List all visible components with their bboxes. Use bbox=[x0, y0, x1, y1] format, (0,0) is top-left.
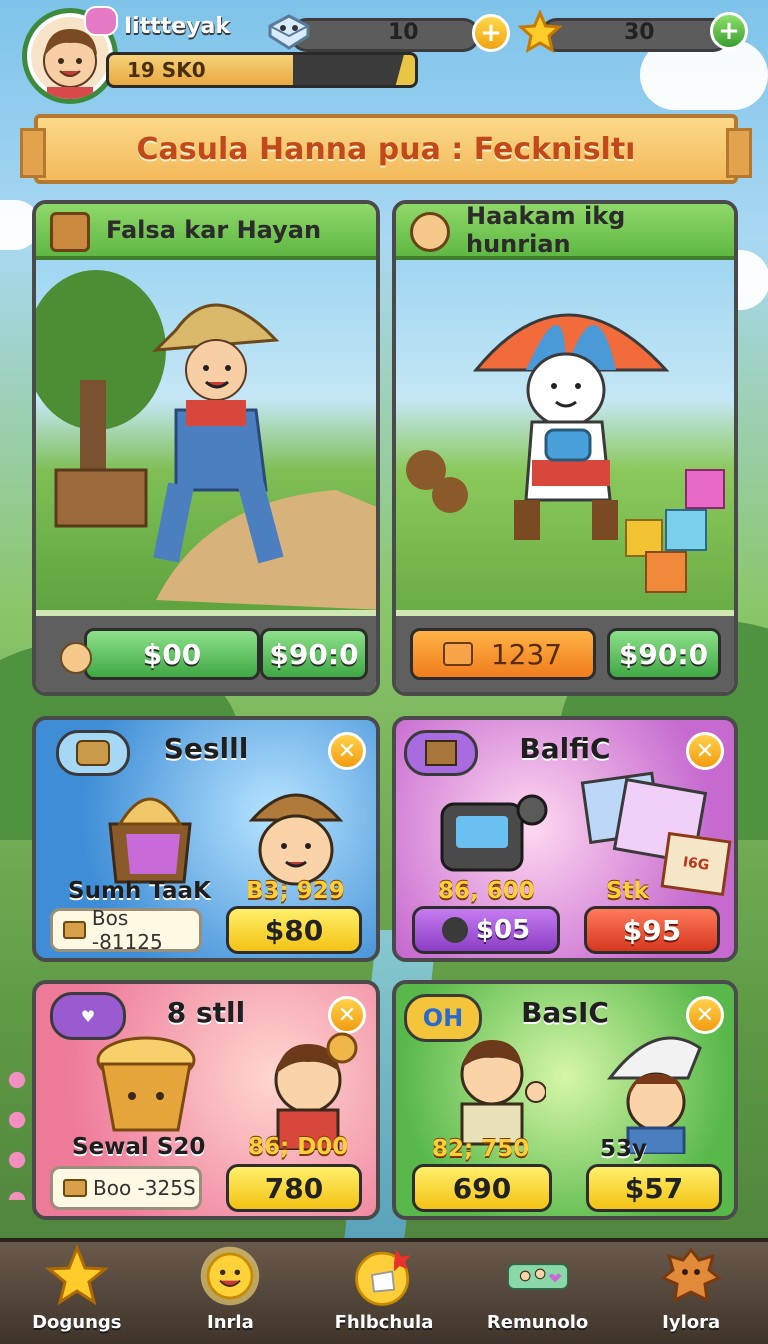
offer-2-close-button[interactable]: ✕ bbox=[686, 732, 724, 770]
offer-2-card-badge: I6G bbox=[660, 831, 732, 897]
bread-icon bbox=[63, 1179, 87, 1197]
offer-card-2[interactable]: BalfiC ✕ I6G 86, 600 Stk $05 $95 bbox=[392, 716, 738, 962]
featured-scene-2 bbox=[396, 260, 734, 610]
gem-icon bbox=[266, 12, 312, 52]
offer-3-tag-label: Boo -325S bbox=[93, 1176, 196, 1200]
xp-text: 19 SK0 bbox=[127, 58, 206, 82]
offer-2-tag-button[interactable]: $05 bbox=[412, 906, 560, 954]
nav-label-dogungs: Dogungs bbox=[32, 1312, 122, 1333]
add-stars-button[interactable]: + bbox=[710, 12, 748, 50]
offer-4-buy-button[interactable]: $57 bbox=[586, 1164, 722, 1212]
featured-2-buy-label: 1237 bbox=[490, 637, 563, 671]
offer-1-right-label: B3; 929 bbox=[246, 878, 345, 904]
mushroom-head-icon bbox=[248, 793, 344, 886]
offer-3-right-label: 86; D00 bbox=[248, 1134, 349, 1160]
star-value: 30 bbox=[624, 20, 655, 45]
nav-label-remunolo: Remunolo bbox=[486, 1312, 589, 1333]
banner-title: Casula Hanna pua : Fecknisltı bbox=[136, 131, 636, 167]
bread-icon bbox=[63, 921, 86, 939]
offer-2-right-label: Stk bbox=[606, 878, 649, 904]
crate-icon bbox=[50, 212, 90, 252]
gift-orb-icon bbox=[352, 1244, 416, 1308]
offer-1-tag-label: Bos -81125 bbox=[91, 906, 163, 954]
bomb-icon bbox=[441, 917, 468, 943]
event-banner: Casula Hanna pua : Fecknisltı bbox=[20, 114, 752, 184]
player-badge-icon bbox=[84, 6, 118, 36]
offer-3-buy-button[interactable]: 780 bbox=[226, 1164, 362, 1212]
ticket-icon bbox=[442, 642, 473, 666]
featured-card-1[interactable]: Falsa kar Hayan $00 $90:0 bbox=[32, 200, 380, 696]
popcorn-bucket-icon bbox=[96, 1036, 196, 1132]
gem-value: 10 bbox=[388, 20, 419, 45]
offer-2-left-label: 86, 600 bbox=[438, 878, 535, 904]
offer-2-buy-button[interactable]: $95 bbox=[584, 906, 720, 954]
boy-character-icon bbox=[274, 1032, 358, 1150]
character-avatar-icon bbox=[60, 642, 92, 674]
star-icon bbox=[44, 1244, 109, 1308]
featured-card-2[interactable]: Haakam ikg hunrian 1237 $90:0 bbox=[392, 200, 738, 696]
bottom-nav: Dogungs Inrla Fhlbchula Remunolo Iylora bbox=[0, 1238, 768, 1344]
gem-counter bbox=[290, 18, 480, 52]
nav-item-iylora[interactable]: Iylora bbox=[616, 1242, 766, 1344]
nav-item-remunolo[interactable]: Remunolo bbox=[463, 1242, 613, 1344]
offer-2-title: BalfiC bbox=[519, 732, 611, 765]
offer-2-tag-label: $05 bbox=[475, 915, 531, 945]
offer-card-1[interactable]: Seslll ✕ Sumh TaaK B3; 929 Bos -81125 $8… bbox=[32, 716, 380, 962]
game-device-icon bbox=[440, 794, 548, 872]
offer-1-buy-button[interactable]: $80 bbox=[226, 906, 362, 954]
offer-4-tag-button[interactable]: 690 bbox=[412, 1164, 552, 1212]
featured-1-premium-button[interactable]: $90:0 bbox=[260, 628, 368, 680]
farmer-character-icon bbox=[36, 270, 376, 610]
wizard-girl-icon bbox=[606, 1036, 702, 1154]
featured-2-premium-button[interactable]: $90:0 bbox=[606, 628, 721, 680]
add-gems-button[interactable]: + bbox=[472, 14, 510, 52]
gingerbread-icon bbox=[659, 1244, 723, 1308]
offer-card-4[interactable]: OH BasIC ✕ 82; 750 53y FeneIK 690 $57 bbox=[392, 980, 738, 1220]
nav-label-iylora: Iylora bbox=[662, 1312, 721, 1333]
offer-4-left-label: 82; 750 bbox=[432, 1136, 530, 1162]
nav-label-fhlbchula: Fhlbchula bbox=[334, 1312, 434, 1333]
friends-icon bbox=[506, 1244, 570, 1308]
nav-label-inrla: Inrla bbox=[207, 1312, 254, 1333]
mushroom-character-icon bbox=[406, 313, 725, 593]
offer-1-title: Seslll bbox=[163, 732, 249, 765]
offer-1-close-button[interactable]: ✕ bbox=[328, 732, 366, 770]
character-head-icon bbox=[410, 212, 450, 252]
player-name: Iittteyak bbox=[124, 14, 231, 39]
featured-1-buy-button[interactable]: $00 bbox=[84, 628, 260, 680]
offer-3-left-label: Sewal S20 bbox=[72, 1134, 206, 1160]
xp-bar: 19 SK0 bbox=[106, 52, 418, 88]
offer-3-tag: Boo -325S bbox=[50, 1166, 202, 1210]
star-icon bbox=[517, 9, 563, 54]
featured-scene-1 bbox=[36, 260, 376, 610]
offer-card-3[interactable]: ♥ 8 stll ✕ Sewal S20 86; D00 Boo -325S 7… bbox=[32, 980, 380, 1220]
boy-waving-icon bbox=[460, 1040, 546, 1146]
offer-1-left-label: Sumh TaaK bbox=[68, 878, 211, 904]
offer-3-title: 8 stll bbox=[166, 996, 246, 1029]
offer-1-tag: Bos -81125 bbox=[50, 906, 202, 954]
treasure-box-icon bbox=[108, 797, 192, 884]
offer-3-close-button[interactable]: ✕ bbox=[328, 996, 366, 1034]
smiley-sun-icon bbox=[198, 1244, 262, 1308]
nav-item-inrla[interactable]: Inrla bbox=[155, 1242, 305, 1344]
nav-item-dogungs[interactable]: Dogungs bbox=[2, 1242, 152, 1344]
featured-2-buy-button[interactable]: 1237 bbox=[409, 628, 596, 680]
nav-item-fhlbchula[interactable]: Fhlbchula bbox=[309, 1242, 459, 1344]
